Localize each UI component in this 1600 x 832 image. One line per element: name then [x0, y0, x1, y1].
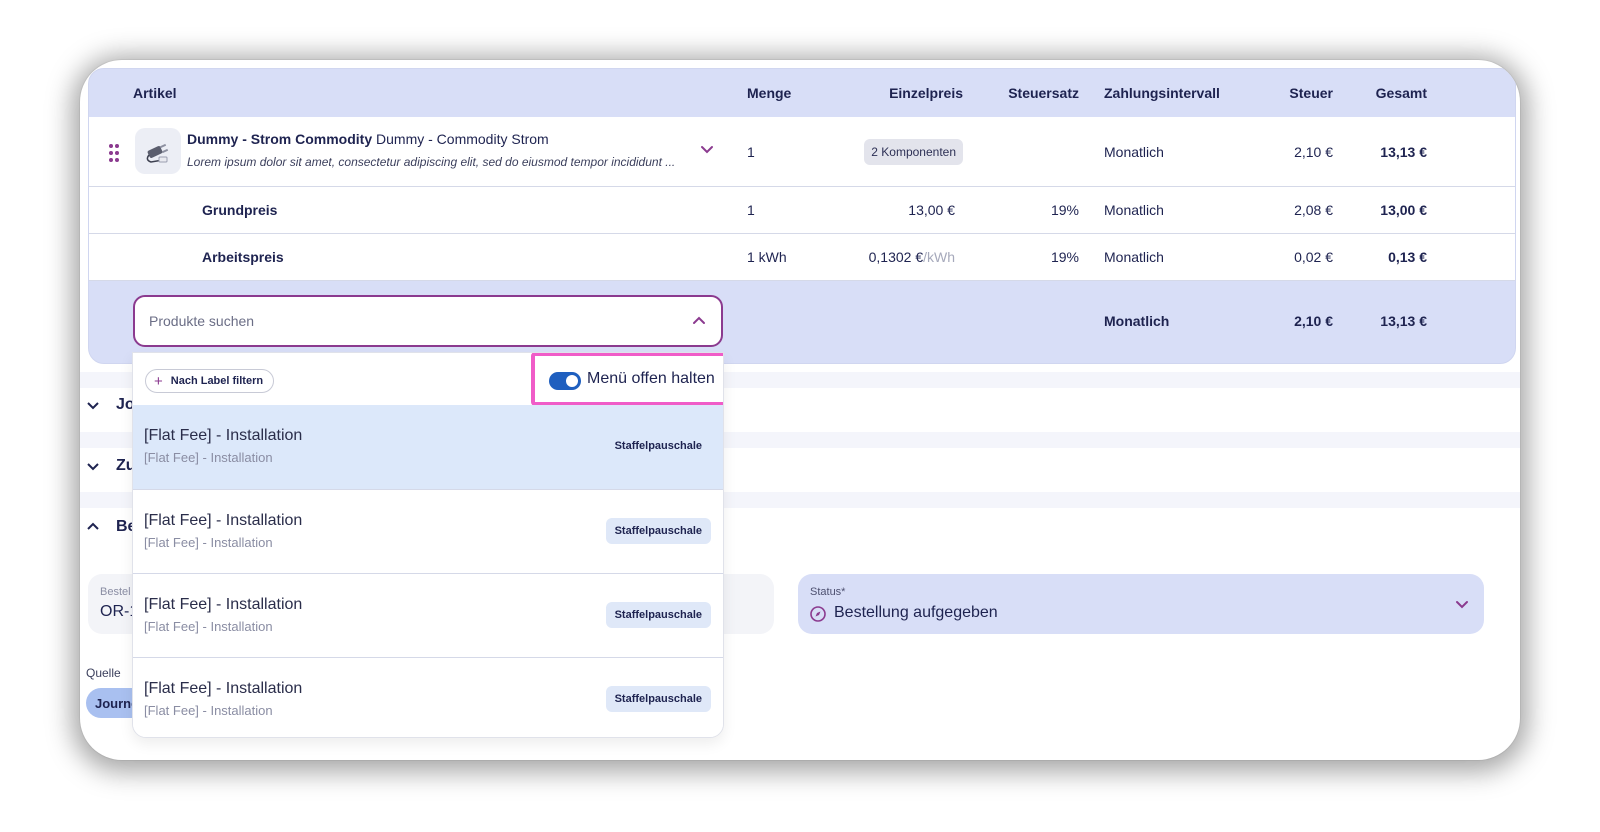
product-name: Dummy - Strom Commodity Dummy - Commodit… [187, 131, 549, 147]
component-zahlungsintervall: Monatlich [1104, 202, 1164, 218]
dropdown-header: + Nach Label filtern Menü offen halten [133, 353, 723, 406]
dropdown-option[interactable]: [Flat Fee] - Installation [Flat Fee] - I… [133, 573, 723, 657]
chevron-up-icon [87, 522, 99, 530]
summary-gesamt: 13,13 € [1380, 313, 1427, 329]
product-gesamt: 13,13 € [1380, 143, 1427, 160]
plus-icon: + [154, 372, 163, 390]
option-tag: Staffelpauschale [605, 686, 711, 712]
drag-handle-icon[interactable] [109, 144, 121, 162]
product-dropdown-menu: + Nach Label filtern Menü offen halten [… [132, 352, 724, 738]
product-steuer: 2,10 € [1294, 143, 1333, 160]
option-tag: Staffelpauschale [614, 440, 702, 452]
option-tag: Staffelpauschale [605, 518, 711, 544]
option-subtitle: [Flat Fee] - Installation [144, 703, 273, 718]
status-value: Bestellung aufgegeben [834, 604, 998, 621]
option-subtitle: [Flat Fee] - Installation [144, 535, 273, 550]
option-title: [Flat Fee] - Installation [144, 596, 303, 613]
header-steuersatz: Steuersatz [1008, 85, 1079, 101]
summary-zahlungsintervall: Monatlich [1104, 313, 1170, 329]
option-title: [Flat Fee] - Installation [144, 512, 303, 529]
header-artikel: Artikel [133, 85, 177, 101]
product-subtitle: Dummy - Commodity Strom [376, 131, 549, 147]
component-menge: 1 kWh [747, 249, 787, 265]
option-title: [Flat Fee] - Installation [144, 680, 303, 697]
component-steuersatz: 19% [1050, 202, 1079, 218]
chevron-up-icon[interactable] [691, 313, 707, 329]
component-steuersatz: 19% [1050, 249, 1079, 265]
dropdown-option[interactable]: [Flat Fee] - Installation [Flat Fee] - I… [133, 657, 723, 737]
product-title: Dummy - Strom Commodity [187, 131, 373, 147]
product-thumbnail [135, 128, 181, 174]
komponenten-badge[interactable]: 2 Komponenten [864, 138, 963, 165]
header-gesamt: Gesamt [1375, 85, 1427, 101]
product-search-input[interactable] [149, 309, 669, 333]
component-zahlungsintervall: Monatlich [1104, 249, 1164, 265]
component-einzelpreis: 13,00 € [908, 202, 955, 218]
table-header: Artikel Menge Einzelpreis Steuersatz Zah… [89, 69, 1515, 117]
table-row-component: Grundpreis 1 13,00 € 19% Monatlich 2,08 … [89, 187, 1515, 234]
label-filter-text: Nach Label filtern [170, 375, 264, 387]
plug-icon [146, 143, 169, 163]
order-number-label: Bestel [100, 586, 131, 598]
summary-steuer: 2,10 € [1294, 313, 1333, 329]
compass-icon [810, 606, 826, 622]
dropdown-option[interactable]: [Flat Fee] - Installation [Flat Fee] - I… [133, 489, 723, 573]
table-row-product[interactable]: Dummy - Strom Commodity Dummy - Commodit… [89, 117, 1515, 187]
keep-open-label: Menü offen halten [587, 370, 715, 387]
component-gesamt: 13,00 € [1380, 202, 1427, 218]
keep-menu-open-control[interactable]: Menü offen halten [531, 353, 723, 406]
component-name: Arbeitspreis [202, 249, 284, 265]
option-title: [Flat Fee] - Installation [144, 427, 303, 444]
source-label: Quelle [86, 666, 121, 680]
component-einzelpreis: 0,1302 € [868, 249, 924, 265]
product-description: Lorem ipsum dolor sit amet, consectetur … [187, 155, 676, 169]
keep-open-toggle[interactable] [549, 372, 581, 390]
table-row-component: Arbeitspreis 1 kWh 0,1302 €/kWh 19% Mona… [89, 234, 1515, 281]
status-label: Status* [810, 586, 846, 598]
unit-label: /kWh [923, 249, 955, 265]
dropdown-option-selected[interactable]: [Flat Fee] - Installation [Flat Fee] - I… [133, 405, 723, 489]
chevron-down-icon [87, 402, 99, 410]
section-header-collapsed[interactable]: Zu [86, 457, 136, 475]
product-search-box[interactable] [133, 295, 723, 347]
component-gesamt: 0,13 € [1388, 249, 1427, 265]
chevron-down-icon [87, 463, 99, 471]
product-menge: 1 [747, 143, 755, 160]
header-einzelpreis: Einzelpreis [889, 85, 963, 101]
component-steuer: 0,02 € [1294, 249, 1333, 265]
header-steuer: Steuer [1289, 85, 1333, 101]
section-header-expanded[interactable]: Be [86, 518, 136, 536]
chevron-down-icon[interactable] [699, 141, 715, 157]
einzelpreis-cell: 2 Komponenten [849, 117, 963, 186]
option-subtitle: [Flat Fee] - Installation [144, 450, 273, 465]
product-zahlungsintervall: Monatlich [1104, 143, 1164, 160]
order-editor-card: Artikel Menge Einzelpreis Steuersatz Zah… [80, 60, 1520, 760]
component-name: Grundpreis [202, 202, 278, 218]
chevron-down-icon [1456, 601, 1468, 609]
component-menge: 1 [747, 202, 755, 218]
status-select[interactable]: Status* Bestellung aufgegeben [798, 574, 1484, 634]
component-einzelpreis-cell: 0,1302 €/kWh [849, 234, 955, 280]
option-tag: Staffelpauschale [605, 602, 711, 628]
option-subtitle: [Flat Fee] - Installation [144, 619, 273, 634]
component-steuer: 2,08 € [1294, 202, 1333, 218]
header-menge: Menge [747, 85, 792, 101]
label-filter-button[interactable]: + Nach Label filtern [145, 369, 275, 393]
section-header-collapsed[interactable]: Jo [86, 396, 135, 414]
line-items-table: Artikel Menge Einzelpreis Steuersatz Zah… [88, 68, 1516, 364]
header-zahlungsintervall: Zahlungsintervall [1104, 85, 1220, 101]
